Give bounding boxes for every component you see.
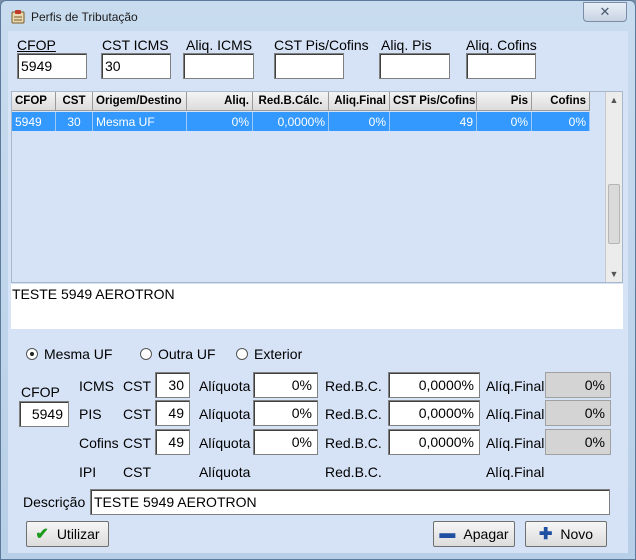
radio-mesma-uf[interactable]: Mesma UF [26, 346, 112, 362]
cell-pis: 0% [477, 112, 532, 131]
cofins-label: Cofins [79, 435, 119, 451]
radio-exterior[interactable]: Exterior [236, 346, 302, 362]
icms-redbc-label: Red.B.C. [325, 378, 382, 394]
check-icon: ✔ [35, 526, 49, 543]
column-header-pis[interactable]: Pis [477, 92, 532, 110]
descricao-input[interactable]: TESTE 5949 AEROTRON [90, 489, 610, 515]
cell-origem-destino: Mesma UF [93, 112, 187, 131]
table-row[interactable]: 5949 30 Mesma UF 0% 0,0000% 0% 49 0% 0% [12, 112, 590, 131]
radio-unchecked-icon [140, 348, 152, 360]
novo-button-label: Novo [560, 526, 594, 542]
pis-aliquota-label: Alíquota [199, 406, 251, 422]
column-header-cfop[interactable]: CFOP [12, 92, 56, 110]
scroll-up-icon[interactable]: ▲ [606, 92, 622, 108]
column-header-red-bc[interactable]: Red.B.Cálc. [253, 92, 329, 110]
radio-mesma-uf-label: Mesma UF [44, 346, 113, 362]
apagar-button-label: Apagar [463, 526, 509, 542]
icms-cst-input[interactable]: 30 [155, 372, 190, 398]
cofins-aliqfinal-input: 0% [545, 429, 611, 455]
cell-aliq-final: 0% [329, 112, 390, 131]
column-header-cofins[interactable]: Cofins [532, 92, 590, 110]
utilizar-button[interactable]: ✔ Utilizar [26, 521, 109, 547]
cofins-cst-label: CST [123, 435, 151, 451]
column-header-cst[interactable]: CST [56, 92, 93, 110]
novo-button[interactable]: ✚ Novo [525, 521, 607, 547]
filter-cst-piscofins-input[interactable] [274, 53, 344, 79]
window-title: Perfis de Tributação [31, 10, 138, 24]
radio-exterior-label: Exterior [254, 346, 303, 362]
filter-cst-piscofins-label: CST Pis/Cofins [274, 37, 369, 53]
cell-cst-piscofins: 49 [390, 112, 477, 131]
icms-cst-label: CST [123, 378, 151, 394]
minus-icon: ▬ [439, 525, 456, 542]
cell-cfop: 5949 [12, 112, 56, 131]
plus-icon: ✚ [538, 526, 553, 543]
pis-aliqfinal-input: 0% [545, 400, 611, 426]
icms-label: ICMS [79, 378, 114, 394]
cell-red-bc: 0,0000% [253, 112, 329, 131]
ipi-redbc-label: Red.B.C. [325, 464, 382, 480]
filter-aliq-cofins-input[interactable] [466, 53, 536, 79]
icms-redbc-input[interactable]: 0,0000% [388, 372, 480, 398]
ipi-aliqfinal-label: Alíq.Final [486, 464, 545, 480]
grid-scrollbar[interactable]: ▲ ▼ [605, 92, 622, 282]
filter-aliq-pis-label: Aliq. Pis [381, 37, 432, 53]
ipi-aliquota-label: Alíquota [199, 464, 251, 480]
cofins-redbc-label: Red.B.C. [325, 435, 382, 451]
grid-header: CFOP CST Origem/Destino Aliq. Red.B.Cálc… [12, 92, 590, 111]
close-button[interactable]: ✕ [583, 2, 627, 22]
pis-redbc-label: Red.B.C. [325, 406, 382, 422]
filter-aliq-cofins-label: Aliq. Cofins [466, 37, 537, 53]
cofins-redbc-input[interactable]: 0,0000% [388, 429, 480, 455]
filter-aliq-icms-input[interactable] [183, 53, 254, 79]
icms-aliquota-label: Alíquota [199, 378, 251, 394]
icms-aliqfinal-input: 0% [545, 372, 611, 398]
profiles-window: Perfis de Tributação ✕ CFOP 5949 CST ICM… [0, 0, 636, 560]
client-area: CFOP 5949 CST ICMS 30 Aliq. ICMS CST Pis… [8, 31, 628, 553]
scroll-thumb[interactable] [608, 184, 620, 244]
utilizar-button-label: Utilizar [56, 526, 100, 542]
cell-aliq: 0% [187, 112, 253, 131]
filter-cfop-input[interactable]: 5949 [17, 53, 87, 79]
pis-cst-input[interactable]: 49 [155, 400, 190, 426]
column-header-aliq[interactable]: Aliq. [187, 92, 253, 110]
icms-aliqfinal-label: Alíq.Final [486, 378, 545, 394]
pis-label: PIS [79, 406, 102, 422]
icms-aliquota-input[interactable]: 0% [253, 372, 318, 398]
filter-cst-icms-input[interactable]: 30 [101, 53, 171, 79]
column-header-aliq-final[interactable]: Aliq.Final [329, 92, 390, 110]
filter-cst-icms-label: CST ICMS [102, 37, 169, 53]
scroll-down-icon[interactable]: ▼ [606, 266, 622, 282]
pis-cst-label: CST [123, 406, 151, 422]
ipi-cst-label: CST [123, 464, 151, 480]
filter-aliq-icms-label: Aliq. ICMS [186, 37, 253, 53]
ipi-label: IPI [79, 464, 97, 480]
detail-cfop-label: CFOP [21, 384, 60, 400]
profiles-grid: CFOP CST Origem/Destino Aliq. Red.B.Cálc… [11, 91, 623, 283]
detail-cfop-input[interactable]: 5949 [19, 401, 69, 427]
column-header-cst-piscofins[interactable]: CST Pis/Cofins [390, 92, 477, 110]
cell-cofins: 0% [532, 112, 590, 131]
cofins-aliquota-label: Alíquota [199, 435, 251, 451]
filter-aliq-pis-input[interactable] [379, 53, 450, 79]
radio-outra-uf[interactable]: Outra UF [140, 346, 216, 362]
radio-outra-uf-label: Outra UF [158, 346, 216, 362]
cofins-aliquota-input[interactable]: 0% [253, 429, 318, 455]
pis-redbc-input[interactable]: 0,0000% [388, 400, 480, 426]
description-memo[interactable]: TESTE 5949 AEROTRON [11, 284, 623, 329]
close-icon: ✕ [599, 4, 611, 19]
pis-aliquota-input[interactable]: 0% [253, 400, 318, 426]
app-icon [11, 10, 25, 24]
radio-checked-icon [26, 348, 38, 360]
pis-aliqfinal-label: Alíq.Final [486, 406, 545, 422]
radio-unchecked-icon [236, 348, 248, 360]
cell-cst: 30 [56, 112, 93, 131]
column-header-origem-destino[interactable]: Origem/Destino [93, 92, 187, 110]
descricao-label: Descrição [23, 494, 86, 510]
apagar-button[interactable]: ▬ Apagar [433, 521, 515, 547]
filter-cfop-label: CFOP [17, 37, 56, 53]
cofins-cst-input[interactable]: 49 [155, 429, 190, 455]
cofins-aliqfinal-label: Alíq.Final [486, 435, 545, 451]
title-bar: Perfis de Tributação ✕ [1, 1, 635, 33]
